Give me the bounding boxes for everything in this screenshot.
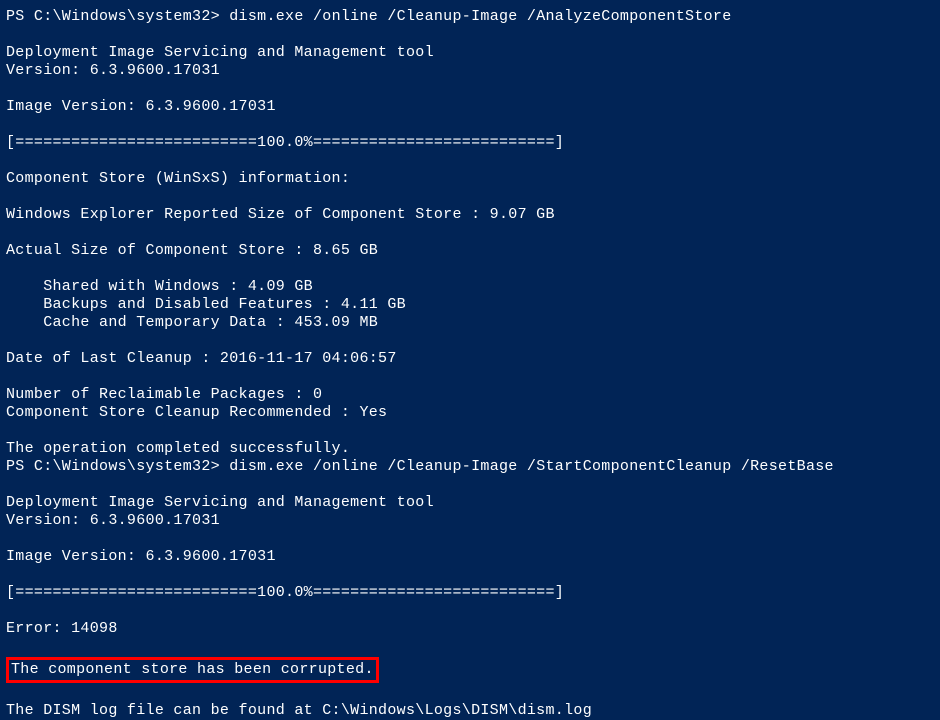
progress-bar-1: [==========================100.0%=======… <box>6 134 934 152</box>
blank-line <box>6 422 934 440</box>
blank-line <box>6 530 934 548</box>
blank-line <box>6 116 934 134</box>
operation-success: The operation completed successfully. <box>6 440 934 458</box>
cleanup-recommended: Component Store Cleanup Recommended : Ye… <box>6 404 934 422</box>
cache-temp: Cache and Temporary Data : 453.09 MB <box>6 314 934 332</box>
command-line-2: PS C:\Windows\system32> dism.exe /online… <box>6 458 934 476</box>
blank-line <box>6 260 934 278</box>
blank-line <box>6 26 934 44</box>
prompt-2: PS C:\Windows\system32> <box>6 458 220 475</box>
blank-line <box>6 566 934 584</box>
blank-line <box>6 638 934 656</box>
blank-line <box>6 188 934 206</box>
shared-windows: Shared with Windows : 4.09 GB <box>6 278 934 296</box>
blank-line <box>6 684 934 702</box>
error-message-highlight: The component store has been corrupted. <box>6 656 934 684</box>
reclaimable-packages: Number of Reclaimable Packages : 0 <box>6 386 934 404</box>
blank-line <box>6 332 934 350</box>
blank-line <box>6 602 934 620</box>
store-info-header: Component Store (WinSxS) information: <box>6 170 934 188</box>
image-version-1: Image Version: 6.3.9600.17031 <box>6 98 934 116</box>
reported-size: Windows Explorer Reported Size of Compon… <box>6 206 934 224</box>
image-version-2: Image Version: 6.3.9600.17031 <box>6 548 934 566</box>
blank-line <box>6 80 934 98</box>
terminal-output[interactable]: PS C:\Windows\system32> dism.exe /online… <box>6 8 934 720</box>
error-message: The component store has been corrupted. <box>6 657 379 683</box>
command-1: dism.exe /online /Cleanup-Image /Analyze… <box>229 8 731 25</box>
blank-line <box>6 152 934 170</box>
backups-disabled: Backups and Disabled Features : 4.11 GB <box>6 296 934 314</box>
tool-version-2: Version: 6.3.9600.17031 <box>6 512 934 530</box>
command-line-1: PS C:\Windows\system32> dism.exe /online… <box>6 8 934 26</box>
last-cleanup-date: Date of Last Cleanup : 2016-11-17 04:06:… <box>6 350 934 368</box>
tool-header-1: Deployment Image Servicing and Managemen… <box>6 44 934 62</box>
blank-line <box>6 224 934 242</box>
blank-line <box>6 476 934 494</box>
tool-version-1: Version: 6.3.9600.17031 <box>6 62 934 80</box>
tool-header-2: Deployment Image Servicing and Managemen… <box>6 494 934 512</box>
command-2: dism.exe /online /Cleanup-Image /StartCo… <box>229 458 834 475</box>
blank-line <box>6 368 934 386</box>
progress-bar-2: [==========================100.0%=======… <box>6 584 934 602</box>
log-file-location: The DISM log file can be found at C:\Win… <box>6 702 934 720</box>
prompt-1: PS C:\Windows\system32> <box>6 8 220 25</box>
actual-size: Actual Size of Component Store : 8.65 GB <box>6 242 934 260</box>
